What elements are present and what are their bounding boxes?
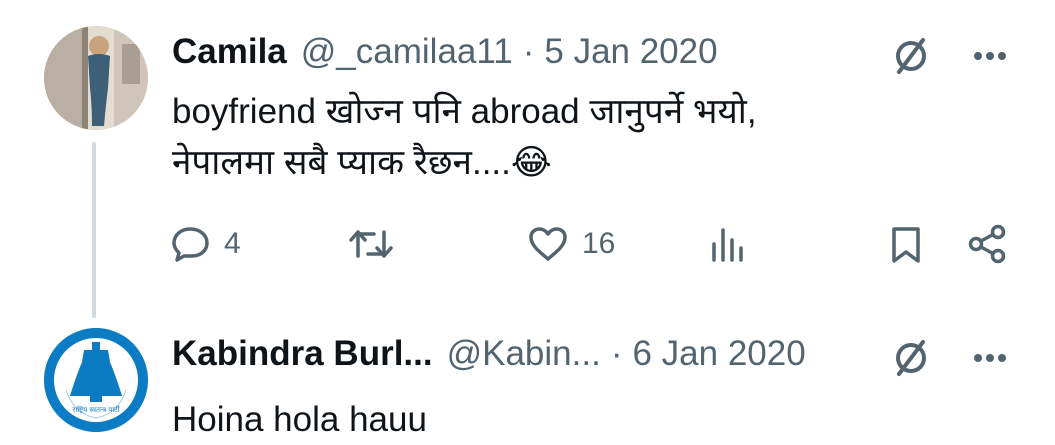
tweet-date[interactable]: 5 Jan 2020 (544, 32, 717, 72)
share-button[interactable] (968, 224, 1008, 264)
tweet-text-line-1: boyfriend खोज्न पनि abroad जानुपर्ने भयो… (172, 92, 757, 131)
more-icon[interactable] (973, 51, 1007, 61)
tweet-text-line-2: नेपालमा सबै प्याक रैछन....😂 (172, 137, 757, 188)
avatar-photo (44, 26, 148, 130)
tweet-action-bar: 4 16 (172, 218, 1012, 270)
reply-icon (172, 226, 210, 262)
grok-icon[interactable] (889, 336, 933, 380)
grok-icon[interactable] (889, 34, 933, 78)
party-logo: राष्ट्रिय स्वतन्त्र पार्टी (44, 328, 148, 432)
retweet-icon (348, 226, 394, 262)
reply-text: Hoina hola hauu (172, 400, 427, 439)
reply-count: 4 (224, 227, 241, 260)
reply-corner-actions (889, 336, 1007, 380)
tweet-text: boyfriend खोज्न पनि abroad जानुपर्ने भयो… (172, 86, 757, 188)
reply-date[interactable]: 6 Jan 2020 (632, 334, 805, 374)
party-logo-text: राष्ट्रिय स्वतन्त्र पार्टी (73, 405, 121, 414)
tweet-header: Camila @_camilaa11 · 5 Jan 2020 (172, 32, 718, 72)
separator-dot: · (610, 334, 623, 373)
more-icon[interactable] (973, 353, 1007, 363)
views-icon (710, 226, 744, 262)
separator-dot: · (522, 32, 535, 71)
reply-header: Kabindra Burl... @Kabin... · 6 Jan 2020 (172, 334, 806, 374)
reply-button[interactable]: 4 (172, 226, 241, 262)
bookmark-button[interactable] (890, 226, 922, 264)
bookmark-icon (890, 226, 922, 264)
laughing-emoji: 😂 (510, 143, 552, 182)
author-handle[interactable]: @_camilaa11 (301, 32, 513, 72)
tweet-corner-actions (889, 34, 1007, 78)
retweet-button[interactable] (348, 226, 394, 262)
reply-avatar[interactable]: राष्ट्रिय स्वतन्त्र पार्टी (44, 328, 148, 432)
author-name[interactable]: Camila (172, 32, 287, 72)
like-count: 16 (582, 227, 616, 260)
thread-connector-line (92, 142, 96, 318)
like-icon (528, 226, 568, 262)
share-icon (968, 224, 1008, 264)
reply-author-name[interactable]: Kabindra Burl... (172, 334, 433, 374)
avatar[interactable] (44, 26, 148, 130)
views-button[interactable] (710, 226, 744, 262)
tweet-text-line-2-text: नेपालमा सबै प्याक रैछन.... (172, 143, 511, 182)
reply-author-handle[interactable]: @Kabin... (447, 334, 601, 374)
like-button[interactable]: 16 (528, 226, 615, 262)
